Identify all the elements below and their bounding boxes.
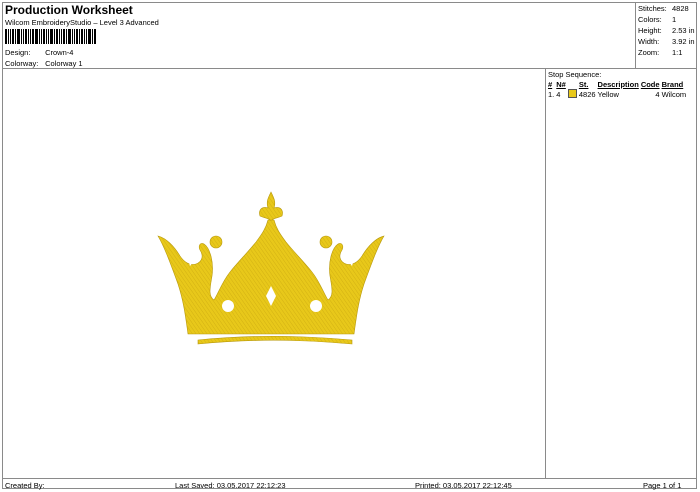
barcode-bar — [68, 29, 71, 44]
barcode-bar — [66, 29, 67, 44]
printed-date: Printed: 03.05.2017 22:12:45 — [415, 481, 512, 490]
stop-sequence-table: # N# St. Description Code Brand 1. 4 482… — [548, 80, 688, 99]
barcode-bar — [10, 29, 11, 44]
design-value: Crown-4 — [45, 48, 74, 57]
barcode-bar — [81, 29, 83, 44]
design-row: Design: Crown-4 — [5, 48, 73, 57]
col-code: Code — [640, 80, 660, 89]
barcode-bar — [54, 29, 55, 44]
barcode-bar — [48, 29, 49, 44]
barcode-bar — [5, 29, 7, 44]
barcode-bar — [8, 29, 9, 44]
barcode-bar — [76, 29, 78, 44]
barcode-bar — [79, 29, 80, 44]
stat-zoom: Zoom: 1:1 — [638, 48, 683, 57]
stop-panel-divider — [545, 68, 546, 478]
col-needle: N# — [556, 80, 566, 89]
crown-embroidery-icon — [157, 191, 385, 345]
col-stitches: St. — [578, 80, 589, 89]
barcode-bar — [41, 29, 42, 44]
page-number: Page 1 of 1 — [643, 481, 682, 490]
stop-sequence-title: Stop Sequence: — [548, 70, 602, 79]
barcode-bar — [12, 29, 14, 44]
footer-divider — [2, 478, 697, 479]
barcode-bar — [63, 29, 65, 44]
barcode-bar — [25, 29, 27, 44]
page-title: Production Worksheet — [5, 3, 133, 17]
color-swatch — [567, 89, 577, 98]
barcode-bar — [39, 29, 40, 44]
colorway-value: Colorway 1 — [45, 59, 83, 68]
barcode-bar — [32, 29, 34, 44]
stop-table-header: # N# St. Description Code Brand — [548, 80, 688, 89]
colorway-label: Colorway: — [5, 59, 39, 68]
table-row: 1. 4 4826 Yellow 4 Wilcom — [548, 89, 687, 99]
barcode-bar — [94, 29, 96, 44]
colorway-row: Colorway: Colorway 1 — [5, 59, 83, 68]
barcode-bar — [92, 29, 93, 44]
created-by: Created By: — [5, 481, 45, 490]
barcode-bar — [28, 29, 29, 44]
col-description: Description — [597, 80, 639, 89]
barcode — [5, 29, 97, 44]
design-label: Design: — [5, 48, 31, 57]
stat-stitches: Stitches: 4828 — [638, 4, 689, 13]
barcode-bar — [23, 29, 24, 44]
barcode-bar — [56, 29, 58, 44]
barcode-bar — [50, 29, 53, 44]
stat-width: Width: 3.92 in — [638, 37, 695, 46]
barcode-bar — [15, 29, 16, 44]
barcode-bar — [59, 29, 60, 44]
barcode-bar — [21, 29, 22, 44]
barcode-bar — [74, 29, 75, 44]
barcode-bar — [88, 29, 91, 44]
barcode-bar — [84, 29, 85, 44]
barcode-bar — [30, 29, 31, 44]
barcode-bar — [17, 29, 20, 44]
stat-height: Height: 2.53 in — [638, 26, 695, 35]
last-saved: Last Saved: 03.05.2017 22:12:23 — [175, 481, 286, 490]
col-num: # — [548, 80, 553, 89]
stats-divider — [635, 2, 636, 68]
header-divider — [2, 68, 697, 69]
barcode-bar — [43, 29, 45, 44]
col-swatch — [568, 80, 579, 89]
barcode-bar — [46, 29, 47, 44]
barcode-bar — [61, 29, 62, 44]
stat-colors: Colors: 1 — [638, 15, 677, 24]
stats-panel: Stitches: 4828 Colors: 1 Height: 2.53 in Wi… — [638, 3, 695, 58]
barcode-bar — [86, 29, 87, 44]
col-brand: Brand — [661, 80, 684, 89]
barcode-bar — [35, 29, 38, 44]
software-name: Wilcom EmbroideryStudio – Level 3 Advanc… — [5, 18, 159, 27]
barcode-bar — [72, 29, 73, 44]
